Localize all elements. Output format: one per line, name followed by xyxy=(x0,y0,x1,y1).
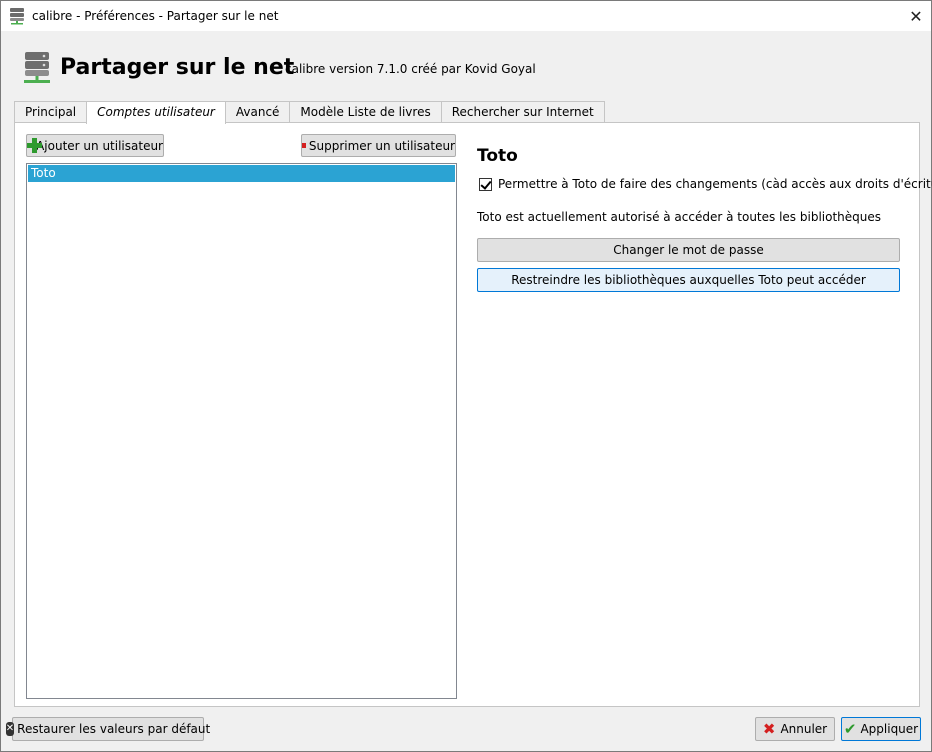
selected-user-name: Toto xyxy=(477,146,518,166)
title-bar: calibre - Préférences - Partager sur le … xyxy=(1,1,931,31)
tab-panel: Ajouter un utilisateur Supprimer un util… xyxy=(14,122,932,707)
restrict-libraries-button[interactable]: Restreindre les bibliothèques auxquelles… xyxy=(477,268,900,292)
write-permission-checkbox[interactable]: Permettre à Toto de faire des changement… xyxy=(477,177,932,191)
server-icon xyxy=(24,52,50,83)
apply-button[interactable]: ✔ Appliquer xyxy=(841,717,921,741)
tab-principal[interactable]: Principal xyxy=(14,101,88,123)
tab-bar: Principal Comptes utilisateur Avancé Mod… xyxy=(14,101,605,124)
cancel-label: Annuler xyxy=(780,722,828,736)
user-list[interactable]: Toto xyxy=(26,163,457,699)
remove-user-button[interactable]: Supprimer un utilisateur xyxy=(301,134,456,157)
window-title: calibre - Préférences - Partager sur le … xyxy=(32,9,279,23)
write-permission-label: Permettre à Toto de faire des changement… xyxy=(498,177,932,191)
clear-icon: ✕ xyxy=(5,722,15,736)
tab-rechercher-sur-internet[interactable]: Rechercher sur Internet xyxy=(440,101,605,123)
preferences-window: calibre - Préférences - Partager sur le … xyxy=(0,0,932,752)
change-password-button[interactable]: Changer le mot de passe xyxy=(477,238,900,262)
restore-defaults-button[interactable]: ✕ Restaurer les valeurs par défaut xyxy=(5,717,210,741)
apply-label: Appliquer xyxy=(860,722,919,736)
version-label: calibre version 7.1.0 créé par Kovid Goy… xyxy=(285,62,536,76)
tab-comptes-utilisateur[interactable]: Comptes utilisateur xyxy=(86,101,226,124)
add-user-label: Ajouter un utilisateur xyxy=(36,138,163,153)
minus-icon xyxy=(302,143,306,148)
plus-icon xyxy=(27,138,43,153)
calibre-app-icon xyxy=(10,8,24,25)
restore-defaults-label: Restaurer les valeurs par défaut xyxy=(17,722,211,736)
page-title: Partager sur le net xyxy=(60,55,295,80)
cancel-x-icon: ✖ xyxy=(762,720,776,738)
close-icon[interactable]: ✕ xyxy=(901,1,931,31)
remove-user-label: Supprimer un utilisateur xyxy=(308,138,455,153)
library-access-text: Toto est actuellement autorisé à accéder… xyxy=(477,210,881,224)
list-item[interactable]: Toto xyxy=(28,165,455,182)
checkmark-icon: ✔ xyxy=(843,720,857,738)
add-user-button[interactable]: Ajouter un utilisateur xyxy=(26,134,164,157)
tab-modele-liste-de-livres[interactable]: Modèle Liste de livres xyxy=(289,101,442,123)
cancel-button[interactable]: ✖ Annuler xyxy=(755,717,835,741)
checkbox-checked-icon[interactable] xyxy=(479,177,492,191)
tab-avance[interactable]: Avancé xyxy=(224,101,291,123)
